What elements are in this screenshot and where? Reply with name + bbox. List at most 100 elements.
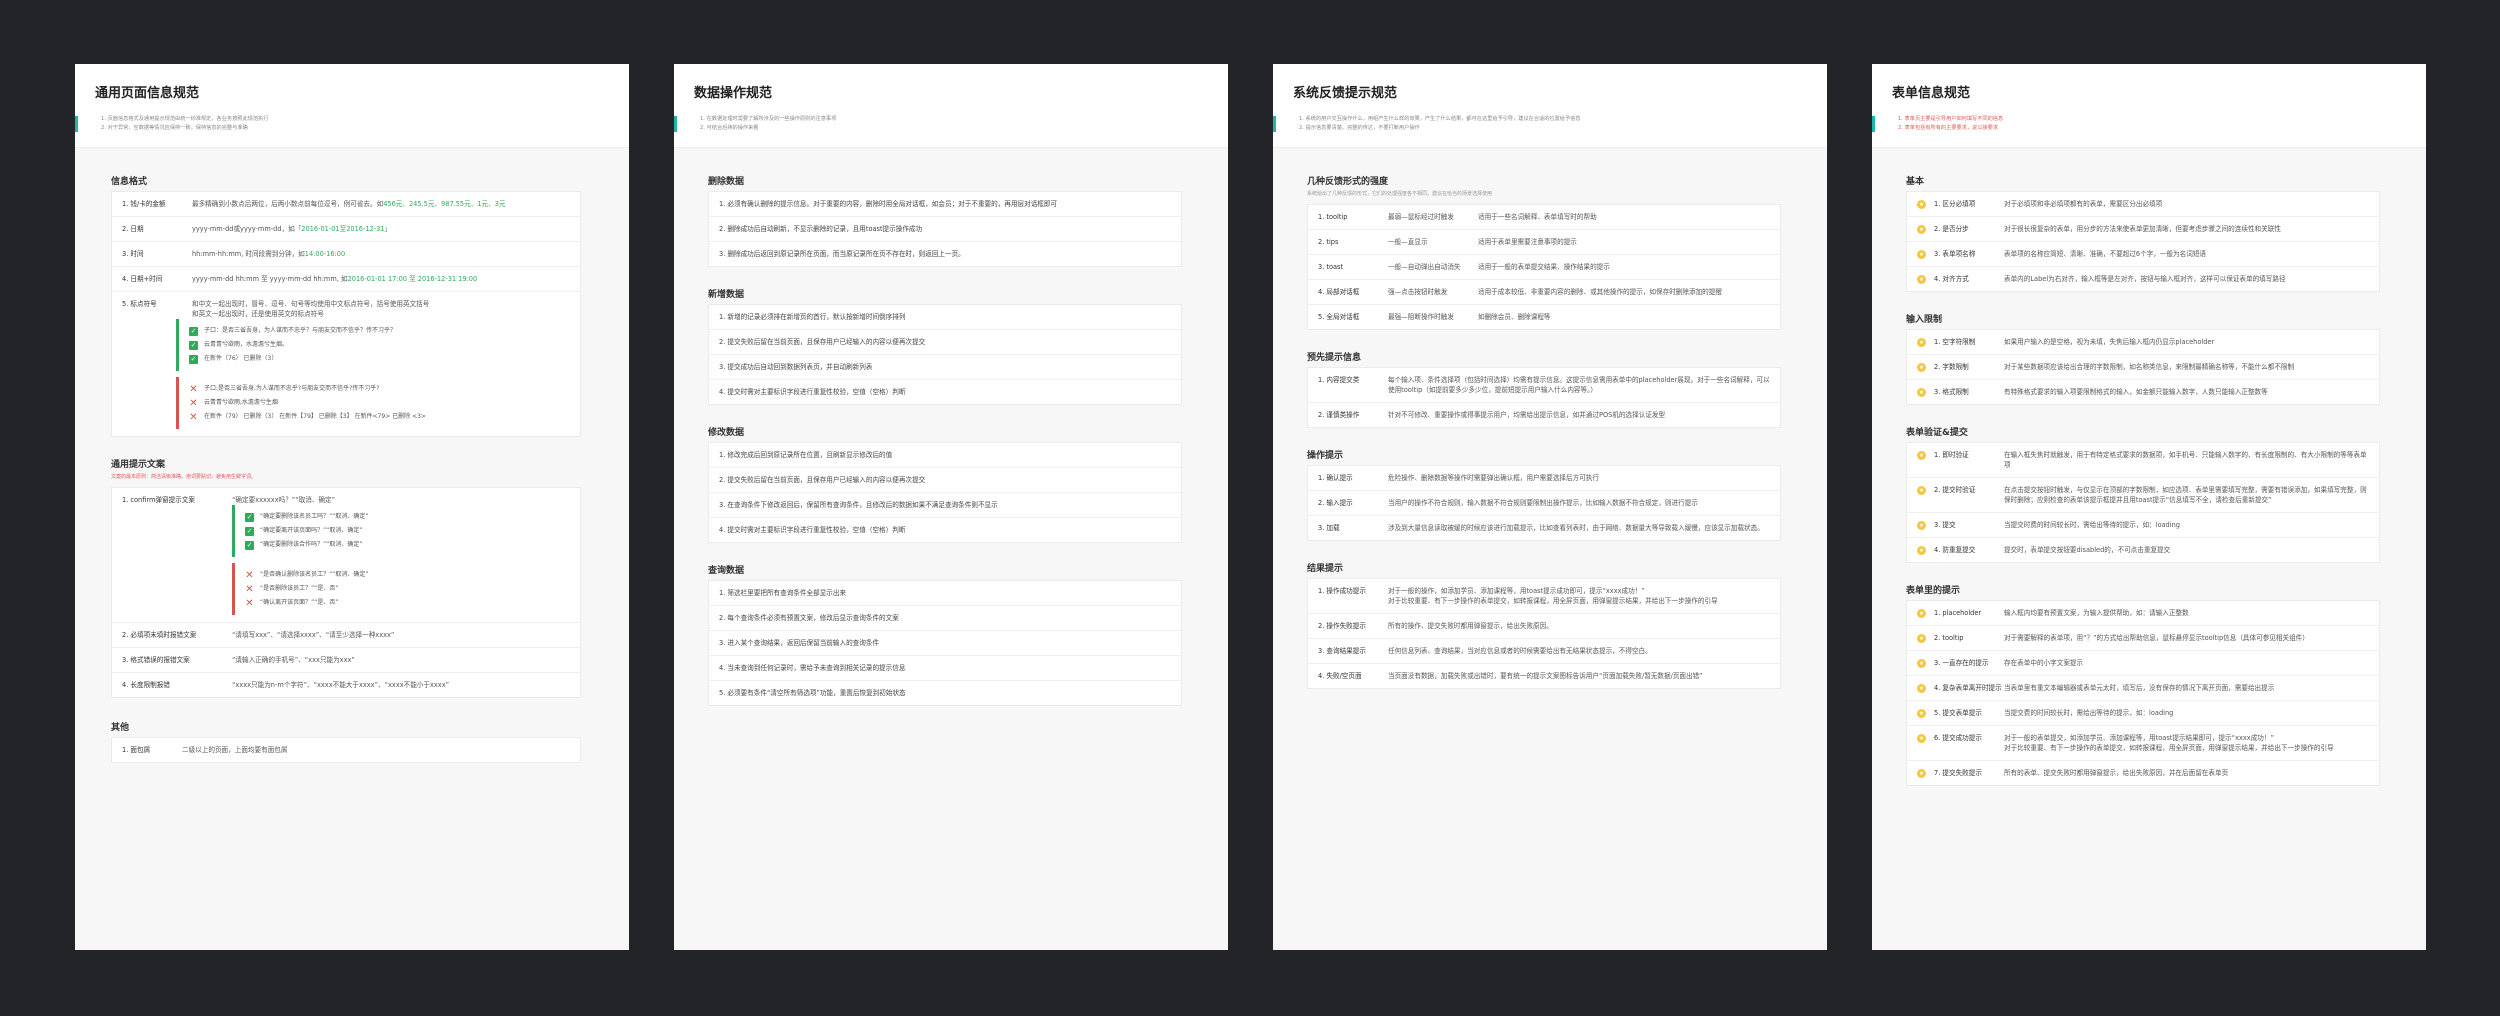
table-row: 1. 确认提示 危险操作、删除数据等操作时需要弹出确认框，用户需要选择后方可执行	[1308, 466, 1780, 491]
star-icon: ★	[1917, 225, 1926, 234]
table-row: ★ 3. 一直存在的提示 存在表单中的小字文案提示	[1907, 651, 2379, 676]
table-row: ★ 7. 提交失败提示 所有的表单、提交失败时都用弹窗提示，给出失败原因，并在后面留…	[1917, 769, 2229, 778]
table-row: ★ 2. 字数限制 对于某些数据项应该给出合理的字数限制，如名称类信息，来限制最精确…	[1907, 355, 2379, 380]
table-row: 2. 输入提示 当用户的操作不符合规则，输入数据不符合规则要限制出操作提示，比如输…	[1308, 491, 1780, 516]
card-header: 表单信息规范 1. 表单页主要是引导用户如何填写不同的信息 2. 表单包括有所有…	[1872, 64, 2426, 148]
cross-icon: ✕	[189, 411, 198, 423]
card-desc: 1. 系统的用户交互操作什么，用组产生什么样的效果，产生了什么结果，都可在这里给…	[1299, 116, 1581, 131]
section-title: 信息格式	[111, 177, 148, 187]
list-item: 3. 删除成功后返回到原记录所在页面，而当原记录所在页不存在时，则返回上一页。	[719, 250, 965, 258]
check-icon: ✓	[189, 326, 198, 336]
table-row: 3. 加载 涉及到大量信息读取被缓的时候应该进行加载提示，比如查看列表时，由于网络…	[1318, 524, 1764, 532]
card-header: 通用页面信息规范 1. 页面信息格式及通用提示规范由统一标准规定，各业务按照此规…	[75, 64, 629, 148]
results-box: 1. 操作成功提示 对于一般的操作，如添加学员、添加课程等，用toast提示成功即…	[1307, 578, 1781, 689]
list-item: 2. 提交失败后留在当前页面，且保存用户已经输入的内容以便再次提交	[709, 330, 1181, 355]
table-row: 3. 格式错误的报错文案 “请输入正确的手机号”、“xxx只能为xxx”	[112, 648, 580, 673]
card-desc: 1. 表单页主要是引导用户如何填写不同的信息 2. 表单包括有所有的主要要求，说…	[1898, 116, 2004, 131]
section-title: 删除数据	[708, 177, 745, 187]
table-row: 1. 钱/卡的金额 最多精确到小数点后两位，后两小数点前每位逗号，例可省去。如45…	[112, 192, 580, 217]
table-row: ★ 5. 提交表单提示 当提交费的时间较长时，需给出等待的提示，如：loading	[1907, 701, 2379, 726]
list-item: 5. 必须要有条件“清空所有筛选项”功能，重置后恢复到初始状态	[719, 689, 906, 697]
card-body: 几种反馈形式的强度 系统给出了几种反馈的形式，它们的处理强度各不相同，建议在恰当…	[1273, 148, 1827, 689]
table-row: 1. 操作成功提示 对于一般的操作，如添加学员、添加课程等，用toast提示成功即…	[1308, 579, 1780, 614]
section-subtitle: 系统给出了几种反馈的形式，它们的处理强度各不相同，建议在恰当的场景选择使用	[1307, 191, 1493, 197]
card-title: 数据操作规范	[694, 86, 773, 101]
table-row: ★ 2. 提交时验证 在点击提交按钮时触发，与仅显示在顶部的字数限制，如应选项、表单…	[1907, 478, 2379, 513]
table-row: ★ 1. placeholder 输入框内均要有预置文案，为输入提供帮助，如：请输入…	[1907, 601, 2379, 626]
card-desc: 1. 页面信息格式及通用提示规范由统一标准规定，各业务按照此规范执行 2. 对于…	[101, 116, 269, 131]
table-row: 3. 时间 hh:mm-hh:mm, 时间段需到分钟，如14:00-16:00	[112, 242, 580, 267]
table-row: ★ 3. 表单项名称 表单项的名称应简短、清晰、准确，不要超过6个字，一般为名词短语	[1907, 242, 2379, 267]
check-icon: ✓	[189, 354, 198, 364]
star-icon: ★	[1917, 521, 1926, 530]
check-icon: ✓	[189, 340, 198, 350]
list-item: 3. 进入某个查询结果，返回后保留当前输入的查询条件	[709, 631, 1181, 656]
list-item: 1. 必须有确认删除的提示信息。对于重要的内容，删除时用全局对话框，如会员；对于…	[709, 192, 1181, 217]
table-row: ★ 1. 空字符限制 如果用户输入的是空格，视为未填，失焦后输入框内仍显示place…	[1907, 330, 2379, 355]
star-icon: ★	[1917, 200, 1926, 209]
star-icon: ★	[1917, 250, 1926, 259]
section-title: 新增数据	[708, 290, 745, 300]
prompt-box: 1. confirm弹窗提示文案 “确定要xxxxxx吗？”“取消、确定” ✓ “确…	[111, 487, 581, 698]
star-icon: ★	[1917, 275, 1926, 284]
good-examples: ✓ “确定要删除该名员工吗？”“取消、确定” ✓ “确定要离开该页面吗？”“取消、确…	[232, 505, 368, 557]
table-row: ★ 6. 提交成功提示 对于一般的表单提交，如添加学员、添加课程等，用toast提示…	[1907, 726, 2379, 761]
basic-box: ★ 1. 区分必填项 对于必填项和非必填项都有的表单，需要区分出必填项 ★ 2. 是否…	[1906, 191, 2380, 292]
prewarn-box: 1. 内容提交类 每个输入项、条件选择项（包括时间选择）均需有提示信息。这提示信息…	[1307, 367, 1781, 428]
list-item: 1. 新增的记录必须排在新增页的首行，默认按新增时间倒序排列	[709, 305, 1181, 330]
bad-examples: ✕ 子口:是否三省吾身,为人谋而不忠乎?与朋友交而不信乎?传不习乎? ✕ 云青青兮欲…	[176, 377, 426, 429]
accent-bar	[75, 116, 78, 132]
edit-box: 1. 修改完成后回到原记录所在位置，且刷新显示修改后的值 2. 提交失败后留在当…	[708, 442, 1182, 543]
section-title: 其他	[111, 723, 130, 733]
table-row: 3. 查询结果提示 任何信息列表、查询结果，当对应信息或者的时候需要给出有无结果状…	[1308, 639, 1780, 664]
star-icon: ★	[1917, 734, 1926, 743]
canvas: 通用页面信息规范 1. 页面信息格式及通用提示规范由统一标准规定，各业务按照此规…	[0, 0, 2500, 1016]
list-item: 1. 修改完成后回到原记录所在位置，且刷新显示修改后的值	[709, 443, 1181, 468]
section-title: 操作提示	[1307, 451, 1344, 461]
table-row: ★ 1. 区分必填项 对于必填项和非必填项都有的表单，需要区分出必填项	[1907, 192, 2379, 217]
table-row: 2. 必填项未填时报错文案 “请填写xxx”、“请选择xxxx”、“请至少选择一种…	[112, 623, 580, 648]
list-item: 4. 提交时需对主要标识字段进行重复性校验，空值（空格）判断	[719, 388, 906, 396]
star-icon: ★	[1917, 486, 1926, 495]
table-row: 2. tips 一般—直显示 适用于表单里需要注意事项的提示	[1308, 230, 1780, 255]
star-icon: ★	[1917, 709, 1926, 718]
card-body: 基本 ★ 1. 区分必填项 对于必填项和非必填项都有的表单，需要区分出必填项 ★ 2.…	[1872, 148, 2426, 786]
table-row: 4. 长度限制报错 “xxxx只能为n-m个字符”、“xxxx不能大于xxxx”、…	[122, 681, 450, 689]
star-icon: ★	[1917, 451, 1926, 460]
table-row: 2. 日期 yyyy-mm-dd或yyyy-mm-dd，如「2016-01-01至…	[112, 217, 580, 242]
accent-bar	[674, 116, 677, 132]
table-row: ★ 3. 格式限制 有特殊格式要求的输入项要限制格式的输入，如金额只能输入数字，人数…	[1917, 388, 2268, 397]
section-title: 几种反馈形式的强度	[1307, 177, 1389, 187]
card-data-ops: 数据操作规范 1. 在数据处理时需要了解所涉及的一些操作原则的注意事项 2. 可…	[674, 64, 1228, 950]
limits-box: ★ 1. 空字符限制 如果用户输入的是空格，视为未填，失焦后输入框内仍显示place…	[1906, 329, 2380, 405]
table-row: ★ 1. 即时验证 在输入框失焦时就触发，用于有特定格式要求的数据项，如手机号、只能…	[1907, 443, 2379, 478]
table-row: ★ 2. tooltip 对于需要解释的表单项，用“？”的方式给出帮助信息，鼠标悬停…	[1907, 626, 2379, 651]
info-box: 1. 钱/卡的金额 最多精确到小数点后两位，后两小数点前每位逗号，例可省去。如45…	[111, 191, 581, 437]
star-icon: ★	[1917, 769, 1926, 778]
section-title: 输入限制	[1906, 315, 1943, 325]
list-item: 4. 当未查询到任何记录时，需给予未查询到相关记录的提示信息	[709, 656, 1181, 681]
table-row: 4. 局部对话框 强—点击按钮时触发 适用于成本较低、非重要内容的删除、或其他操作的…	[1308, 280, 1780, 305]
table-row: 2. 操作失败提示 所有的操作、提交失败时都用弹窗提示，给出失败原因。	[1308, 614, 1780, 639]
ops-box: 1. 确认提示 危险操作、删除数据等操作时需要弹出确认框，用户需要选择后方可执行 …	[1307, 465, 1781, 541]
table-row: 5. 标点符号 和中文一起出现时，冒号、逗号、句号等均使用中文标点符号，括号使用…	[112, 292, 580, 436]
section-title: 基本	[1906, 177, 1925, 187]
table-row: 3. toast 一般—自动弹出自动消失 适用于一般的表单提交结果、操作结果的提示	[1308, 255, 1780, 280]
cross-icon: ✕	[245, 583, 254, 595]
section-title: 修改数据	[708, 428, 745, 438]
cross-icon: ✕	[245, 569, 254, 581]
card-body: 删除数据 1. 必须有确认删除的提示信息。对于重要的内容，删除时用全局对话框，如…	[674, 148, 1228, 706]
list-item: 2. 删除成功后自动刷新，不显示删除的记录，且用toast提示操作成功	[709, 217, 1181, 242]
section-title: 通用提示文案	[111, 460, 166, 470]
card-header: 数据操作规范 1. 在数据处理时需要了解所涉及的一些操作原则的注意事项 2. 可…	[674, 64, 1228, 148]
bad-examples: ✕ “是否确认删除该名员工？”“取消、确定” ✕ “是否删除该员工？”“是、否” ✕…	[232, 563, 368, 615]
star-icon: ★	[1917, 609, 1926, 618]
accent-bar	[1273, 116, 1276, 132]
card-title: 系统反馈提示规范	[1293, 86, 1398, 101]
star-icon: ★	[1917, 338, 1926, 347]
query-box: 1. 筛选栏里要把所有查询条件全部显示出来 2. 每个查询条件必须有预置文案，修…	[708, 580, 1182, 706]
section-title: 表单里的提示	[1906, 586, 1961, 596]
prompts-box: ★ 1. placeholder 输入框内均要有预置文案，为输入提供帮助，如：请输入…	[1906, 600, 2380, 786]
star-icon: ★	[1917, 546, 1926, 555]
check-icon: ✓	[245, 540, 254, 550]
